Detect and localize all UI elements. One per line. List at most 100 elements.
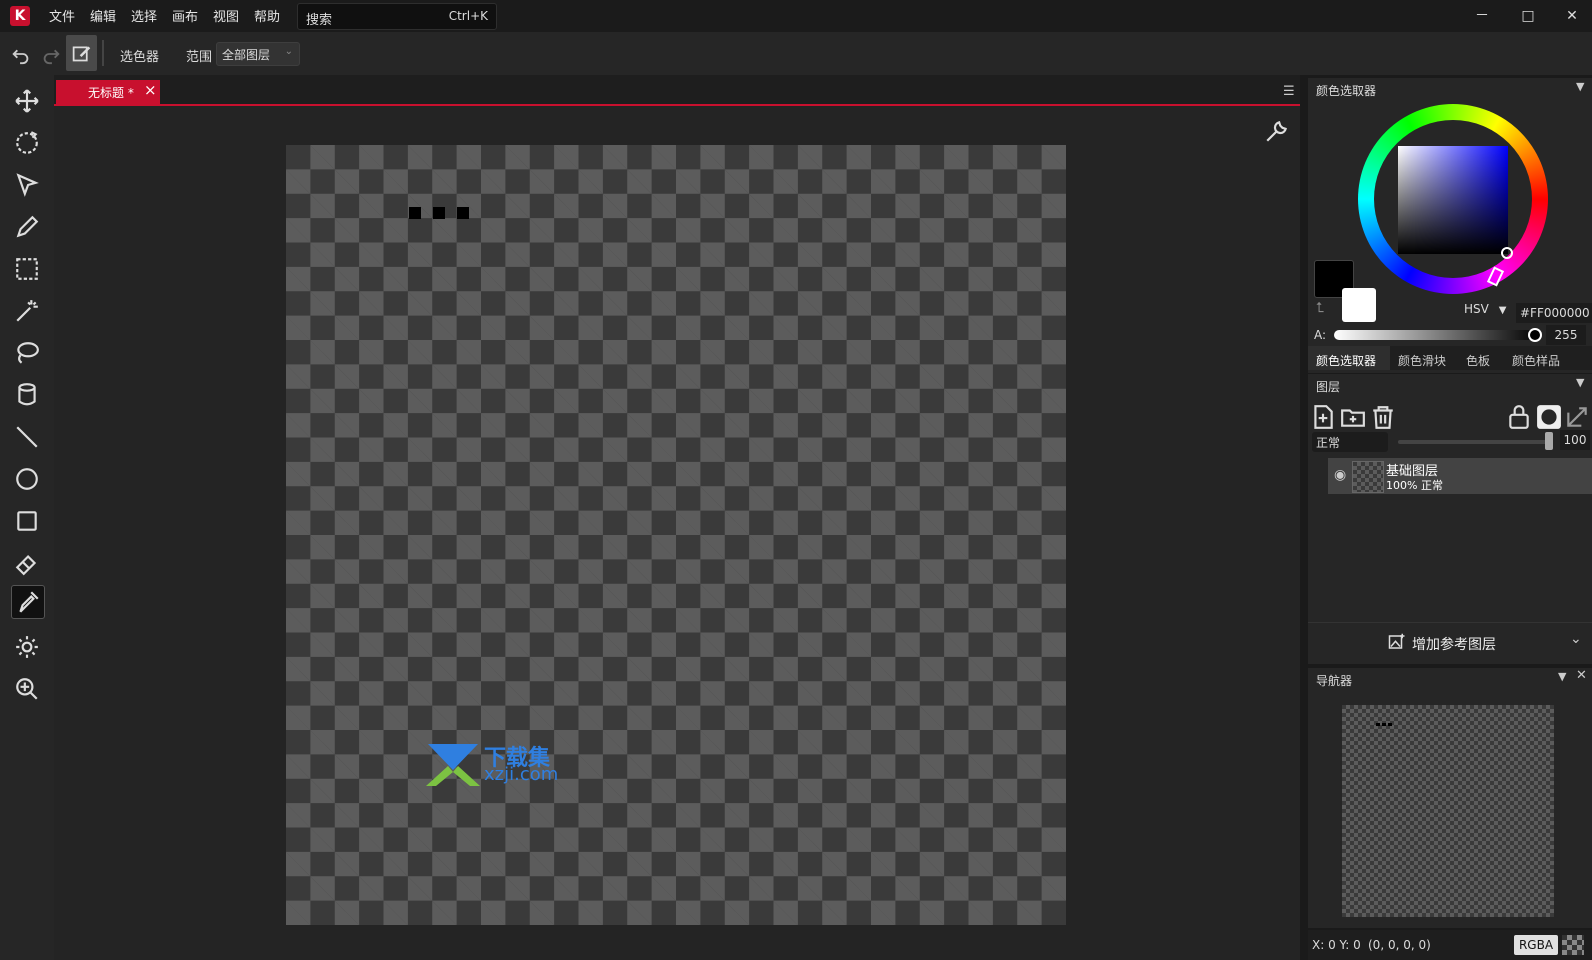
lasso-tool[interactable] <box>9 335 45 371</box>
chevron-down-icon[interactable]: ▼ <box>1558 670 1566 683</box>
move-icon <box>15 89 39 113</box>
chevron-down-icon[interactable]: ▼ <box>1576 80 1584 93</box>
magic-wand-tool[interactable] <box>9 293 45 329</box>
opacity-slider-knob[interactable] <box>1545 432 1553 450</box>
search-label: 搜索 <box>306 13 333 28</box>
undo-icon[interactable] <box>10 43 32 65</box>
chevron-down-icon: ⌄ <box>284 46 293 57</box>
navigator-preview[interactable] <box>1342 705 1554 917</box>
add-reference-layer-label: 增加参考图层 <box>1412 637 1496 653</box>
pencil-tool[interactable] <box>9 209 45 245</box>
menu-edit[interactable]: 编辑 <box>90 6 116 25</box>
mask-icon[interactable] <box>1536 404 1562 430</box>
rotate-tool[interactable] <box>9 125 45 161</box>
tab-palette[interactable]: 色板 <box>1466 352 1490 369</box>
menu-help[interactable]: 帮助 <box>254 6 280 25</box>
sv-cursor[interactable] <box>1501 247 1513 259</box>
canvas-pixel <box>409 207 421 219</box>
lasso-icon <box>17 342 39 364</box>
range-select[interactable]: 全部图层 ⌄ <box>216 42 300 66</box>
menu-select[interactable]: 选择 <box>131 6 157 25</box>
rectangle-icon <box>17 511 37 531</box>
range-label: 范围 <box>186 50 213 65</box>
menu-view[interactable]: 视图 <box>213 6 239 25</box>
tab-color-sliders[interactable]: 颜色滑块 <box>1398 352 1446 369</box>
watermark-logo-icon <box>426 744 480 786</box>
layer-row[interactable]: ◉ 基础图层 100% 正常 <box>1328 458 1592 494</box>
color-mode-select[interactable]: HSV ▼ <box>1464 302 1506 316</box>
pencil-icon <box>16 215 39 238</box>
tab-color-samples[interactable]: 颜色样品 <box>1512 352 1560 369</box>
layer-thumbnail <box>1352 461 1384 493</box>
lock-alpha-icon[interactable] <box>1506 404 1532 430</box>
blend-mode-select[interactable]: 正常 ⌄ <box>1312 432 1388 452</box>
add-reference-layer-button[interactable]: 增加参考图层 ⌄ <box>1308 622 1592 663</box>
navigator-title: 导航器 <box>1316 674 1353 688</box>
alpha-slider-knob[interactable] <box>1528 328 1542 342</box>
eyedropper-tool[interactable] <box>11 585 45 619</box>
wrench-icon[interactable] <box>1264 118 1290 144</box>
clip-layer-icon[interactable] <box>1564 404 1590 430</box>
menu-file[interactable]: 文件 <box>49 6 75 25</box>
eye-icon[interactable]: ◉ <box>1334 467 1346 483</box>
bucket-tool[interactable] <box>9 377 45 413</box>
line-tool[interactable] <box>9 419 45 455</box>
rectangle-tool[interactable] <box>9 503 45 539</box>
search-shortcut: Ctrl+K <box>448 9 488 23</box>
search-input[interactable]: 搜索 Ctrl+K <box>297 3 497 30</box>
minimize-button[interactable]: － <box>1462 4 1502 28</box>
redo-icon[interactable] <box>40 43 62 65</box>
eraser-icon <box>15 554 37 576</box>
drawing-canvas[interactable] <box>286 145 1066 925</box>
chevron-down-icon[interactable]: ▼ <box>1576 376 1584 389</box>
alpha-value-input[interactable]: 255 <box>1546 325 1586 345</box>
opacity-value-input[interactable]: 100 <box>1560 430 1590 450</box>
preview-pixel <box>1388 723 1392 726</box>
new-group-icon[interactable] <box>1340 404 1366 430</box>
transparency-icon[interactable] <box>1562 935 1584 955</box>
selection-tool[interactable] <box>9 167 45 203</box>
tool-name-label: 选色器 <box>120 50 160 65</box>
panel-menu-icon[interactable]: ☰ <box>1283 84 1295 99</box>
pixel-value: (0, 0, 0, 0) <box>1368 938 1431 952</box>
ellipse-tool[interactable] <box>9 461 45 497</box>
eyedropper-icon <box>19 591 39 613</box>
color-format-button[interactable]: RGBA <box>1514 935 1558 955</box>
hex-input[interactable]: #FF000000 <box>1516 303 1592 323</box>
tab-color-picker[interactable]: 颜色选取器 <box>1316 352 1376 369</box>
rotate-icon <box>16 131 38 154</box>
canvas-pixel <box>457 207 469 219</box>
layer-opacity: 100% <box>1386 479 1418 492</box>
preview-pixel <box>1382 723 1386 726</box>
watermark: 下载集 xzji.com <box>426 742 576 792</box>
secondary-color-swatch[interactable] <box>1342 288 1376 322</box>
eraser-tool[interactable] <box>9 545 45 581</box>
menu-bar: K 文件 编辑 选择 画布 视图 帮助 搜索 Ctrl+K － □ ✕ <box>0 0 1592 32</box>
alpha-label: A: <box>1314 328 1327 342</box>
maximize-button[interactable]: □ <box>1508 4 1548 28</box>
status-bar: X: 0 Y: 0 (0, 0, 0, 0) RGBA <box>1308 930 1592 960</box>
chevron-down-icon[interactable]: ⌄ <box>1570 631 1582 647</box>
close-icon[interactable]: × <box>144 81 157 99</box>
saturation-value-square[interactable] <box>1398 146 1508 254</box>
delete-layer-icon[interactable] <box>1370 404 1396 430</box>
separator <box>102 40 104 66</box>
active-tool-indicator[interactable] <box>66 35 97 71</box>
alpha-slider[interactable] <box>1334 328 1542 342</box>
menu-canvas[interactable]: 画布 <box>172 6 198 25</box>
bucket-icon <box>18 383 36 406</box>
close-icon[interactable]: ✕ <box>1576 668 1587 683</box>
brightness-tool[interactable] <box>9 629 45 665</box>
rect-select-tool[interactable] <box>9 251 45 287</box>
layer-meta: 100% 正常 <box>1386 477 1443 493</box>
swap-colors-icon[interactable]: ⮤ <box>1316 300 1324 316</box>
close-button[interactable]: ✕ <box>1552 4 1592 28</box>
zoom-tool[interactable] <box>9 671 45 707</box>
zoom-icon <box>16 678 38 700</box>
document-tab-title: 无标题 * <box>88 86 134 100</box>
opacity-slider[interactable] <box>1398 440 1548 444</box>
app-logo: K <box>10 6 30 26</box>
document-tab[interactable]: 无标题 * × <box>56 80 160 104</box>
new-layer-icon[interactable] <box>1310 404 1336 430</box>
move-tool[interactable] <box>9 83 45 119</box>
